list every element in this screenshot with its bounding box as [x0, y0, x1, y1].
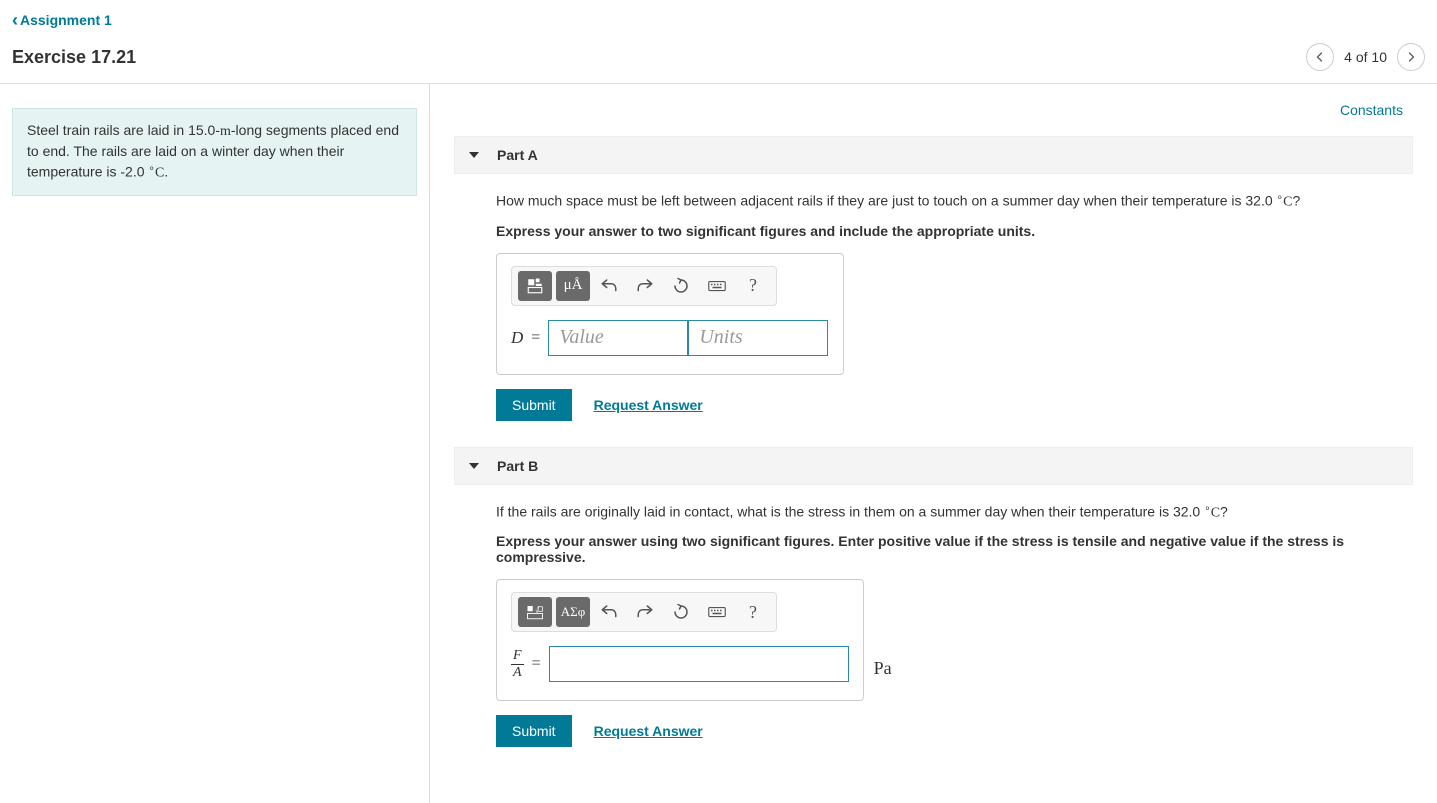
help-button[interactable]: ? — [736, 271, 770, 301]
back-link[interactable]: Assignment 1 — [12, 12, 112, 28]
part-a-question: How much space must be left between adja… — [496, 190, 1399, 213]
undo-icon — [600, 277, 618, 295]
part-b-toolbar: √ ΑΣφ — [511, 592, 777, 632]
part-b-variable-fraction: F A — [511, 649, 524, 680]
reset-button[interactable] — [664, 597, 698, 627]
part-b-answer-box: √ ΑΣφ — [496, 579, 864, 701]
part-a-header[interactable]: Part A — [454, 136, 1413, 174]
part-b-title: Part B — [497, 458, 538, 474]
part-b-unit-label: Pa — [874, 658, 892, 679]
part-a-units-input[interactable] — [688, 320, 828, 356]
page-position: 4 of 10 — [1344, 49, 1387, 65]
reset-icon — [672, 277, 690, 295]
reset-button[interactable] — [664, 271, 698, 301]
templates-button[interactable] — [518, 271, 552, 301]
part-a-title: Part A — [497, 147, 538, 163]
caret-down-icon — [469, 463, 479, 469]
keyboard-button[interactable] — [700, 597, 734, 627]
chevron-right-icon — [1405, 51, 1417, 63]
undo-button[interactable] — [592, 597, 626, 627]
part-a-request-answer-link[interactable]: Request Answer — [594, 397, 703, 413]
equals-sign: = — [531, 329, 540, 347]
part-b-instruction: Express your answer using two significan… — [496, 533, 1399, 565]
part-a-value-input[interactable] — [548, 320, 688, 356]
exercise-title: Exercise 17.21 — [12, 47, 136, 68]
redo-button[interactable] — [628, 597, 662, 627]
fraction-numerator: F — [511, 649, 524, 665]
greek-button[interactable]: ΑΣφ — [556, 597, 590, 627]
keyboard-icon — [708, 603, 726, 621]
fraction-template-icon — [526, 277, 544, 295]
undo-button[interactable] — [592, 271, 626, 301]
math-template-icon: √ — [526, 603, 544, 621]
redo-icon — [636, 603, 654, 621]
next-button[interactable] — [1397, 43, 1425, 71]
equals-sign: = — [532, 655, 541, 673]
templates-button[interactable]: √ — [518, 597, 552, 627]
part-b-header[interactable]: Part B — [454, 447, 1413, 485]
part-b-question: If the rails are originally laid in cont… — [496, 501, 1399, 524]
part-b-value-input[interactable] — [549, 646, 849, 682]
keyboard-icon — [708, 277, 726, 295]
fraction-denominator: A — [513, 665, 522, 680]
help-button[interactable]: ? — [736, 597, 770, 627]
caret-down-icon — [469, 152, 479, 158]
undo-icon — [600, 603, 618, 621]
redo-icon — [636, 277, 654, 295]
part-a-answer-box: μÅ ? — [496, 253, 844, 375]
reset-icon — [672, 603, 690, 621]
part-a-instruction: Express your answer to two significant f… — [496, 223, 1399, 239]
keyboard-button[interactable] — [700, 271, 734, 301]
part-a-variable: D — [511, 328, 523, 348]
prev-button[interactable] — [1306, 43, 1334, 71]
constants-link[interactable]: Constants — [1340, 102, 1403, 118]
chevron-left-icon — [1314, 51, 1326, 63]
redo-button[interactable] — [628, 271, 662, 301]
problem-statement: Steel train rails are laid in 15.0-m-lon… — [12, 108, 417, 196]
part-a-submit-button[interactable]: Submit — [496, 389, 572, 421]
part-b-submit-button[interactable]: Submit — [496, 715, 572, 747]
units-button[interactable]: μÅ — [556, 271, 590, 301]
page-nav: 4 of 10 — [1306, 43, 1425, 71]
part-a-toolbar: μÅ ? — [511, 266, 777, 306]
